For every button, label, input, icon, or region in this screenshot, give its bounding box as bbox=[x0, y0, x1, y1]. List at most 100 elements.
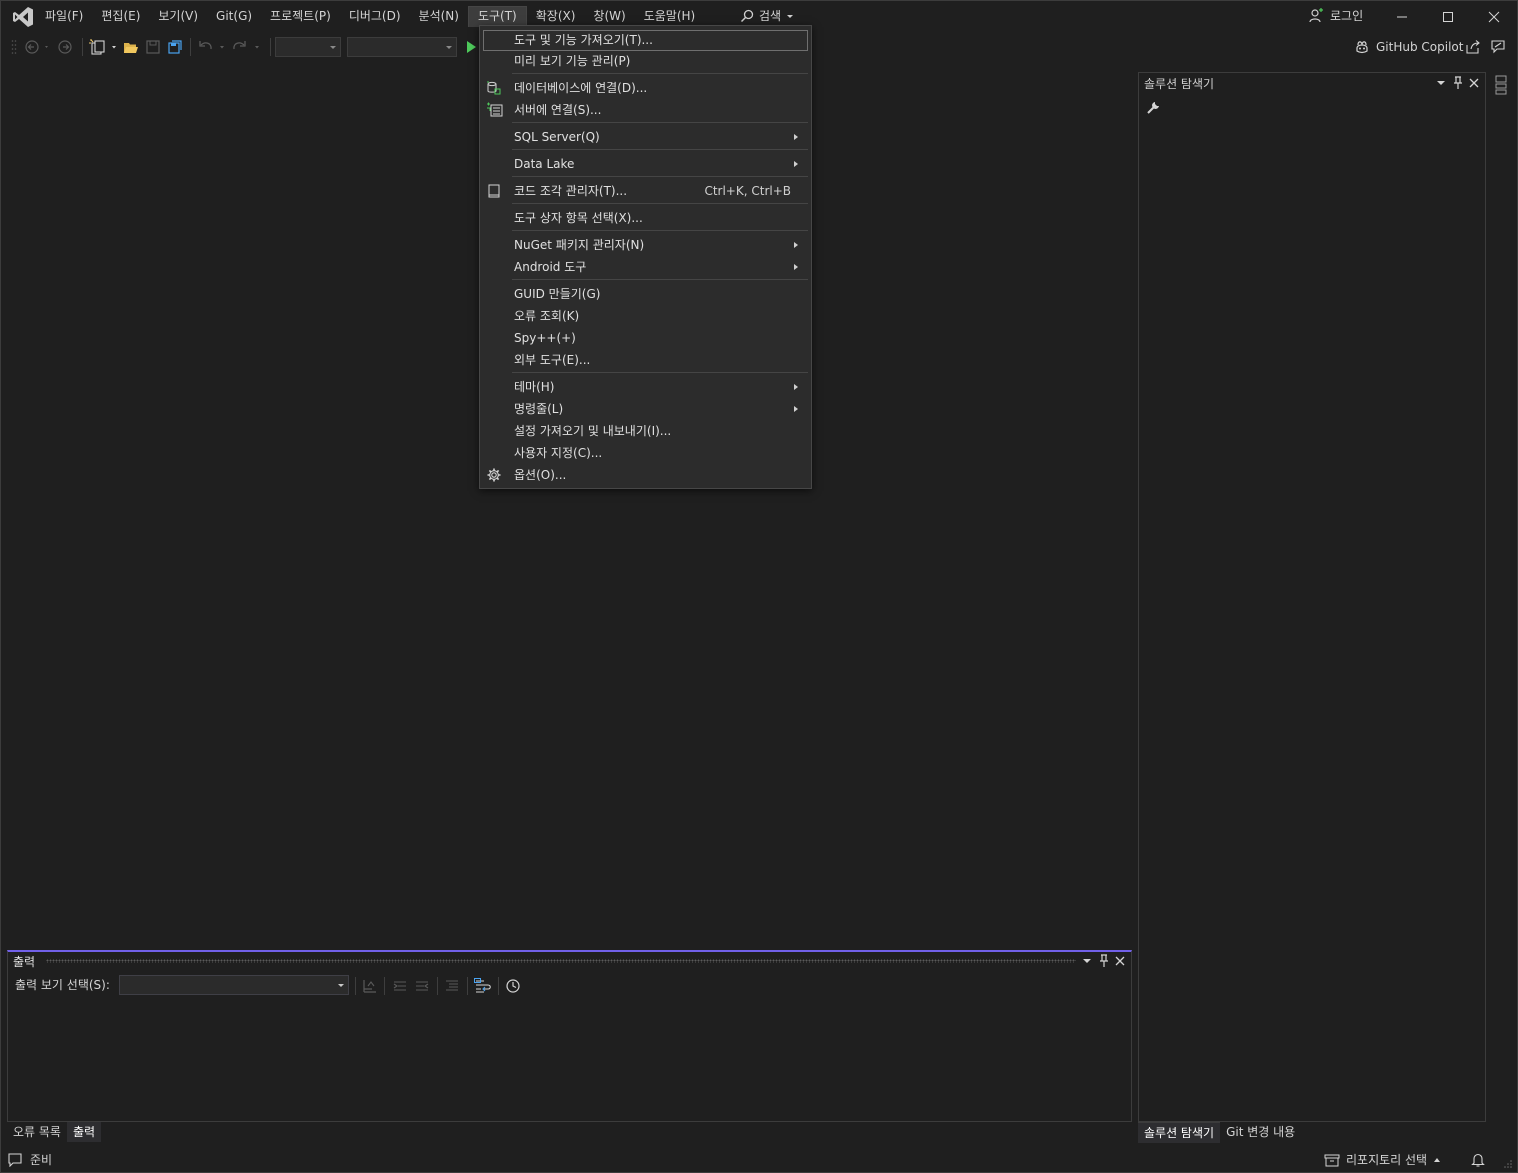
search-icon bbox=[740, 9, 754, 23]
redo-icon bbox=[233, 41, 259, 50]
submenu-arrow-icon bbox=[794, 264, 798, 270]
github-copilot-button[interactable]: GitHub Copilot bbox=[1354, 38, 1463, 56]
save-all-button[interactable] bbox=[167, 38, 183, 56]
resize-grip[interactable] bbox=[1503, 1158, 1513, 1168]
open-file-button[interactable] bbox=[123, 38, 139, 56]
close-icon bbox=[1488, 11, 1500, 23]
toolbar-grip bbox=[11, 38, 17, 56]
right-tool-rail bbox=[1488, 72, 1516, 1122]
tools-menu-item[interactable]: 미리 보기 기능 관리(P) bbox=[483, 51, 808, 72]
tools-menu-item-label: 테마(H) bbox=[514, 380, 555, 394]
output-close-button[interactable] bbox=[1114, 955, 1126, 967]
tools-menu-item[interactable]: 코드 조각 관리자(T)... Ctrl+K, Ctrl+B bbox=[483, 181, 808, 202]
notifications-rail-button[interactable] bbox=[1494, 74, 1508, 96]
output-pin-button[interactable] bbox=[1098, 954, 1110, 968]
copilot-label: GitHub Copilot bbox=[1376, 40, 1464, 54]
menu-window[interactable]: 창(W) bbox=[584, 6, 634, 26]
next-icon bbox=[416, 981, 429, 991]
tools-menu-item[interactable]: Data Lake bbox=[483, 154, 808, 175]
status-ready: 준비 bbox=[8, 1150, 52, 1170]
menu-help[interactable]: 도움말(H) bbox=[635, 6, 705, 26]
toolbar-separator bbox=[190, 38, 191, 56]
pin-icon bbox=[1100, 954, 1108, 967]
timestamp-toggle-button[interactable] bbox=[505, 977, 521, 995]
tab-error-list[interactable]: 오류 목록 bbox=[7, 1122, 67, 1142]
tab-output[interactable]: 출력 bbox=[66, 1122, 102, 1142]
tools-menu-item[interactable]: Spy++(+) bbox=[483, 328, 808, 349]
start-debugging-button[interactable] bbox=[463, 38, 479, 56]
solution-platform-combo[interactable] bbox=[347, 37, 457, 57]
next-message-button[interactable] bbox=[414, 977, 430, 995]
output-source-combo[interactable] bbox=[119, 975, 349, 995]
tools-menu-item[interactable]: 도구 및 기능 가져오기(T)... bbox=[483, 30, 808, 51]
menu-edit[interactable]: 편집(E) bbox=[92, 6, 149, 26]
tab-solution-explorer[interactable]: 솔루션 탐색기 bbox=[1138, 1122, 1221, 1143]
tools-menu-item-label: 옵션(O)... bbox=[514, 468, 567, 482]
tools-menu-item[interactable]: Android 도구 bbox=[483, 257, 808, 278]
tools-menu-item[interactable]: SQL Server(Q) bbox=[483, 127, 808, 148]
minimize-button[interactable] bbox=[1379, 2, 1425, 32]
panel-drag-grip[interactable] bbox=[46, 959, 1076, 963]
save-button[interactable] bbox=[145, 38, 161, 56]
select-repository-button[interactable]: 리포지토리 선택 bbox=[1324, 1150, 1441, 1170]
find-message-button[interactable] bbox=[362, 977, 378, 995]
tools-menu-item-label: 도구 및 기능 가져오기(T)... bbox=[514, 33, 653, 47]
menu-file[interactable]: 파일(F) bbox=[36, 6, 92, 26]
tools-menu-item[interactable]: 외부 도구(E)... bbox=[483, 350, 808, 371]
tools-menu-item[interactable]: 서버에 연결(S)... bbox=[483, 100, 808, 121]
menu-view[interactable]: 보기(V) bbox=[149, 6, 207, 26]
properties-button[interactable] bbox=[1146, 99, 1162, 115]
menu-tools[interactable]: 도구(T) bbox=[467, 6, 527, 27]
shortcut-label: Ctrl+K, Ctrl+B bbox=[704, 184, 791, 198]
navigate-back-button[interactable] bbox=[24, 38, 52, 56]
forward-icon bbox=[58, 40, 72, 54]
close-panel-button[interactable] bbox=[1468, 77, 1480, 89]
menu-git[interactable]: Git(G) bbox=[207, 6, 261, 26]
tools-menu-item[interactable]: NuGet 패키지 관리자(N) bbox=[483, 235, 808, 256]
output-options-button[interactable] bbox=[1082, 955, 1092, 967]
maximize-icon bbox=[1443, 12, 1453, 22]
search-box[interactable]: 검색 bbox=[740, 6, 794, 26]
login-button[interactable]: 로그인 bbox=[1308, 6, 1363, 26]
tools-menu-item[interactable]: 데이터베이스에 연결(D)... bbox=[483, 78, 808, 99]
clear-all-button[interactable] bbox=[444, 977, 460, 995]
tools-menu-item[interactable]: 옵션(O)... bbox=[483, 465, 808, 486]
bell-icon bbox=[1471, 1153, 1485, 1167]
undo-button[interactable] bbox=[197, 38, 229, 56]
open-folder-icon bbox=[124, 43, 138, 53]
maximize-button[interactable] bbox=[1425, 2, 1471, 32]
notifications-button[interactable] bbox=[1471, 1152, 1485, 1168]
submenu-arrow-icon bbox=[794, 406, 798, 412]
navigate-forward-button[interactable] bbox=[56, 38, 74, 56]
menu-project[interactable]: 프로젝트(P) bbox=[261, 6, 340, 26]
redo-button[interactable] bbox=[232, 38, 264, 56]
tools-menu-item[interactable]: 오류 조회(K) bbox=[483, 306, 808, 327]
tab-git-changes[interactable]: Git 변경 내용 bbox=[1220, 1122, 1301, 1142]
tools-menu-item-label: SQL Server(Q) bbox=[514, 130, 600, 144]
tools-menu-dropdown: 도구 및 기능 가져오기(T)... 미리 보기 기능 관리(P) 데이터베이스에 … bbox=[479, 25, 812, 489]
tools-menu-item[interactable]: GUID 만들기(G) bbox=[483, 284, 808, 305]
menu-extensions[interactable]: 확장(X) bbox=[527, 6, 585, 26]
live-share-button[interactable] bbox=[1465, 38, 1481, 56]
menu-separator bbox=[512, 279, 808, 280]
toolbar-separator bbox=[437, 977, 438, 995]
tools-menu-item[interactable]: 사용자 지정(C)... bbox=[483, 443, 808, 464]
new-project-button[interactable] bbox=[88, 38, 120, 56]
feedback-button[interactable] bbox=[1490, 38, 1506, 56]
menu-separator bbox=[512, 230, 808, 231]
panel-options-button[interactable] bbox=[1436, 77, 1446, 89]
menu-debug[interactable]: 디버그(D) bbox=[340, 6, 410, 26]
rail-tab-icon bbox=[1495, 75, 1507, 95]
tools-menu-item[interactable]: 설정 가져오기 및 내보내기(I)... bbox=[483, 421, 808, 442]
close-icon bbox=[1115, 956, 1125, 966]
previous-message-button[interactable] bbox=[392, 977, 408, 995]
word-wrap-button[interactable] bbox=[474, 977, 492, 995]
menu-analyze[interactable]: 분석(N) bbox=[410, 6, 468, 26]
tools-menu-item[interactable]: 테마(H) bbox=[483, 377, 808, 398]
tools-menu-item[interactable]: 도구 상자 항목 선택(X)... bbox=[483, 208, 808, 229]
tools-menu-item[interactable]: 명령줄(L) bbox=[483, 399, 808, 420]
pin-panel-button[interactable] bbox=[1452, 76, 1464, 90]
close-button[interactable] bbox=[1471, 2, 1517, 32]
select-repository-label: 리포지토리 선택 bbox=[1346, 1153, 1428, 1167]
solution-configuration-combo[interactable] bbox=[275, 37, 341, 57]
